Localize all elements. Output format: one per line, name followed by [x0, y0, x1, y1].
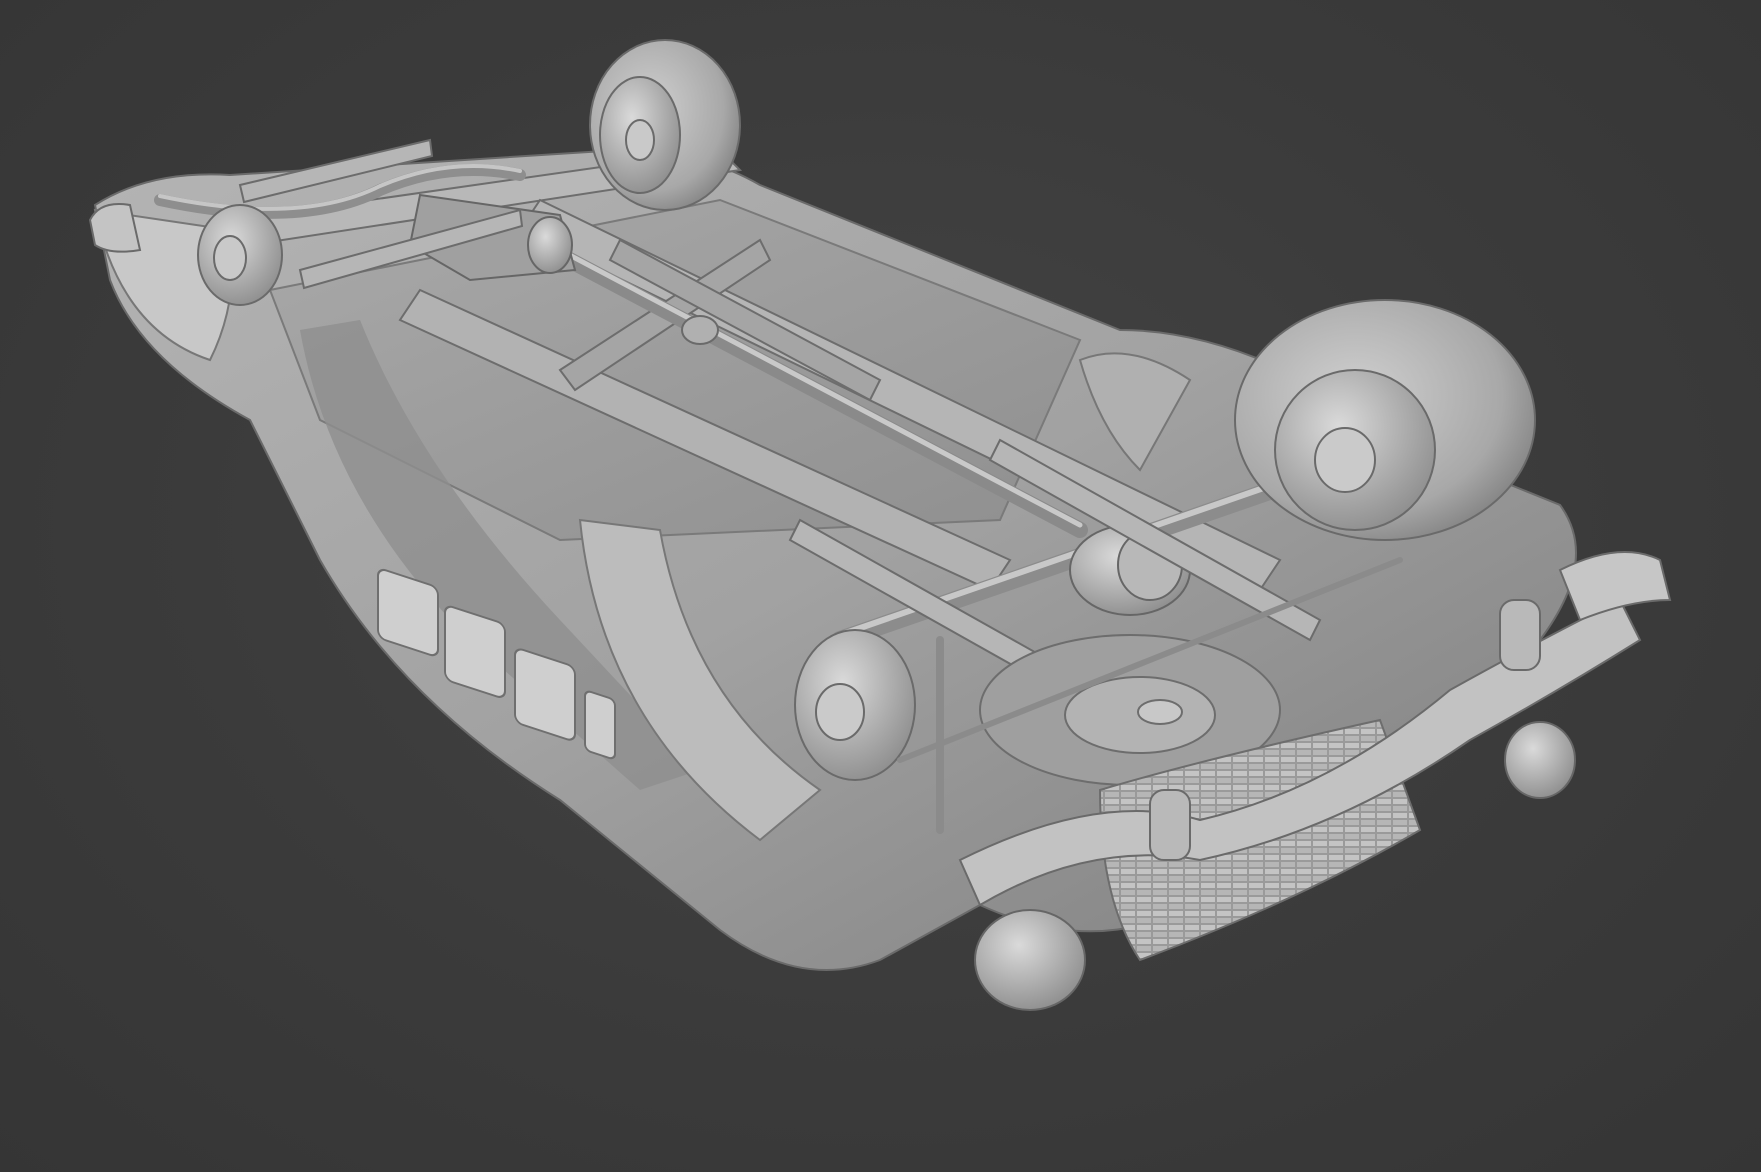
- rear-wheel-left: [589, 39, 741, 211]
- rear-wheel-right: [197, 204, 283, 306]
- front-wheel-left: [1234, 299, 1536, 541]
- car-underside-render: [88, 39, 1672, 1011]
- render-viewport[interactable]: [0, 0, 1761, 1172]
- front-wheel-right: [794, 629, 916, 781]
